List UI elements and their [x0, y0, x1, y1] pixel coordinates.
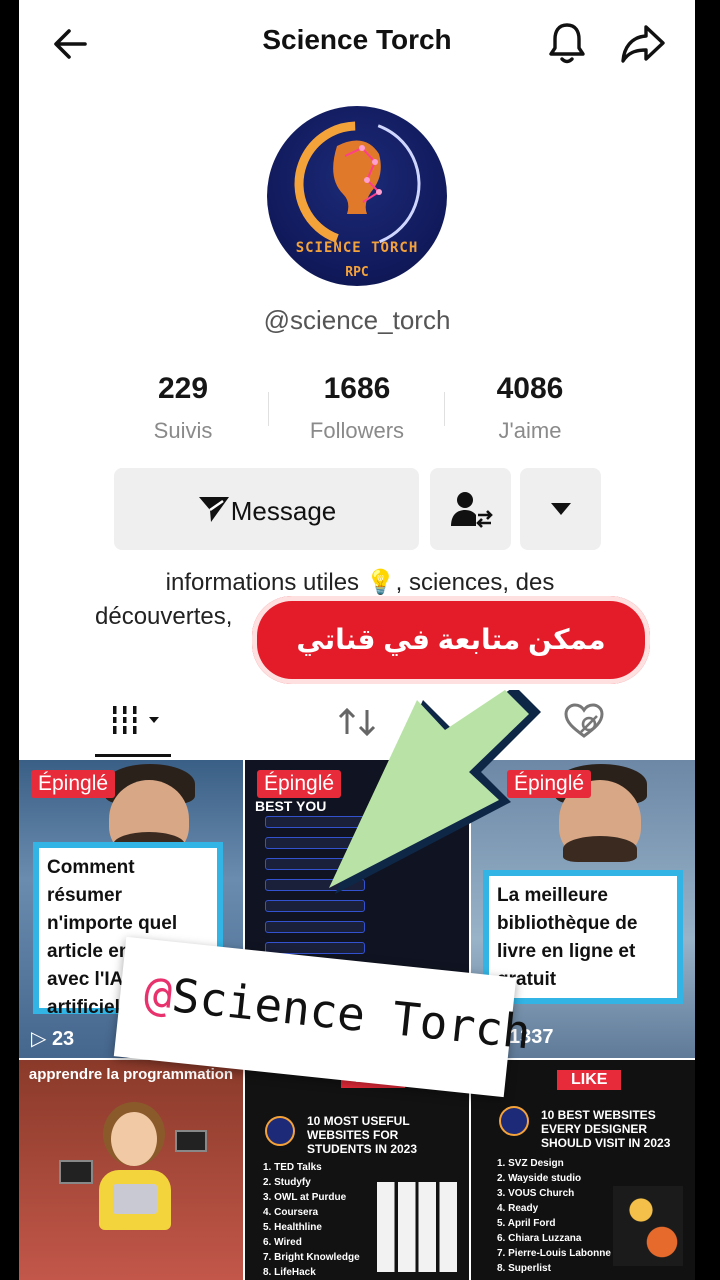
- website-list: 1. TED Talks 2. Studyfy 3. OWL at Purdue 4.…: [263, 1162, 360, 1278]
- promo-banner: ممكن متابعة في قناتي الثانية: [252, 596, 650, 743]
- liked-hidden-icon[interactable]: [563, 702, 605, 740]
- person-beard: [563, 836, 637, 862]
- website-list: 1. SVZ Design 2. Wayside studio 3. VOUS Ch…: [497, 1158, 611, 1274]
- more-options-button[interactable]: [520, 468, 601, 550]
- stat-divider: [444, 392, 445, 426]
- stat-divider: [268, 392, 269, 426]
- page-title: Science Torch: [262, 24, 452, 55]
- bio-line-1: informations utiles 💡, sciences, des: [165, 569, 555, 596]
- students-image: [377, 1182, 457, 1272]
- like-badge: LIKE: [557, 1070, 622, 1090]
- header-bar: Science Torch: [19, 0, 695, 86]
- sticker-text: Science Torch: [169, 968, 534, 1060]
- avatar-text: SCIENCE TORCH: [295, 240, 419, 256]
- video-caption: 10 BEST WEBSITES EVERY DESIGNER SHOULD V…: [541, 1108, 671, 1150]
- video-thumbnail[interactable]: apprendre la programmation: [19, 1060, 243, 1280]
- stat-label: J'aime: [498, 418, 562, 443]
- screen-icon: [175, 1130, 207, 1152]
- stat-value: 4086: [496, 372, 564, 405]
- stat-value: 229: [157, 372, 209, 405]
- screen-icon: [59, 1160, 93, 1184]
- send-icon: [198, 497, 229, 522]
- view-count: ▷ 23: [31, 1028, 75, 1050]
- stat-label: Followers: [309, 418, 405, 443]
- designers-image: [613, 1186, 683, 1266]
- torch-logo-icon: [293, 120, 421, 248]
- channel-logo-icon: [265, 1116, 295, 1146]
- laptop-icon: [113, 1184, 157, 1214]
- video-caption: 10 MOST USEFUL WEBSITES FOR STUDENTS IN …: [307, 1114, 418, 1156]
- share-icon[interactable]: [619, 20, 667, 66]
- profile-screen: Science Torch SCIENCE TORCH RPC @science…: [19, 0, 695, 1280]
- bell-icon[interactable]: [545, 20, 589, 66]
- message-label: Message: [230, 496, 337, 526]
- stat-label: Suivis: [153, 418, 213, 443]
- pointer-arrow-icon: [329, 690, 541, 894]
- stat-value: 1686: [323, 372, 391, 405]
- pinned-badge: Épinglé: [31, 770, 116, 798]
- video-thumbnail[interactable]: LIKE 10 BEST WEBSITES EVERY DESIGNER SHO…: [471, 1060, 695, 1280]
- avatar[interactable]: SCIENCE TORCH RPC: [267, 106, 447, 286]
- grid-icon[interactable]: [111, 704, 169, 738]
- stat-followers[interactable]: 1686 Followers: [277, 372, 437, 444]
- username-handle: @science_torch: [263, 305, 451, 335]
- video-thumbnail[interactable]: LIKE 10 MOST USEFUL WEBSITES FOR STUDENT…: [245, 1060, 469, 1280]
- message-button[interactable]: Message: [114, 468, 419, 550]
- stat-likes[interactable]: 4086 J'aime: [450, 372, 610, 444]
- dropdown-icon: [551, 503, 571, 515]
- channel-logo-icon: [499, 1106, 529, 1136]
- avatar-subtext: RPC: [345, 265, 369, 280]
- active-tab-indicator: [95, 754, 171, 757]
- stat-following[interactable]: 229 Suivis: [103, 372, 263, 444]
- video-caption: apprendre la programmation: [28, 1066, 234, 1083]
- cartoon-face: [111, 1112, 157, 1166]
- add-friend-button[interactable]: [430, 468, 511, 550]
- add-friend-icon: [451, 492, 493, 528]
- phone-frame: Science Torch SCIENCE TORCH RPC @science…: [0, 0, 720, 1280]
